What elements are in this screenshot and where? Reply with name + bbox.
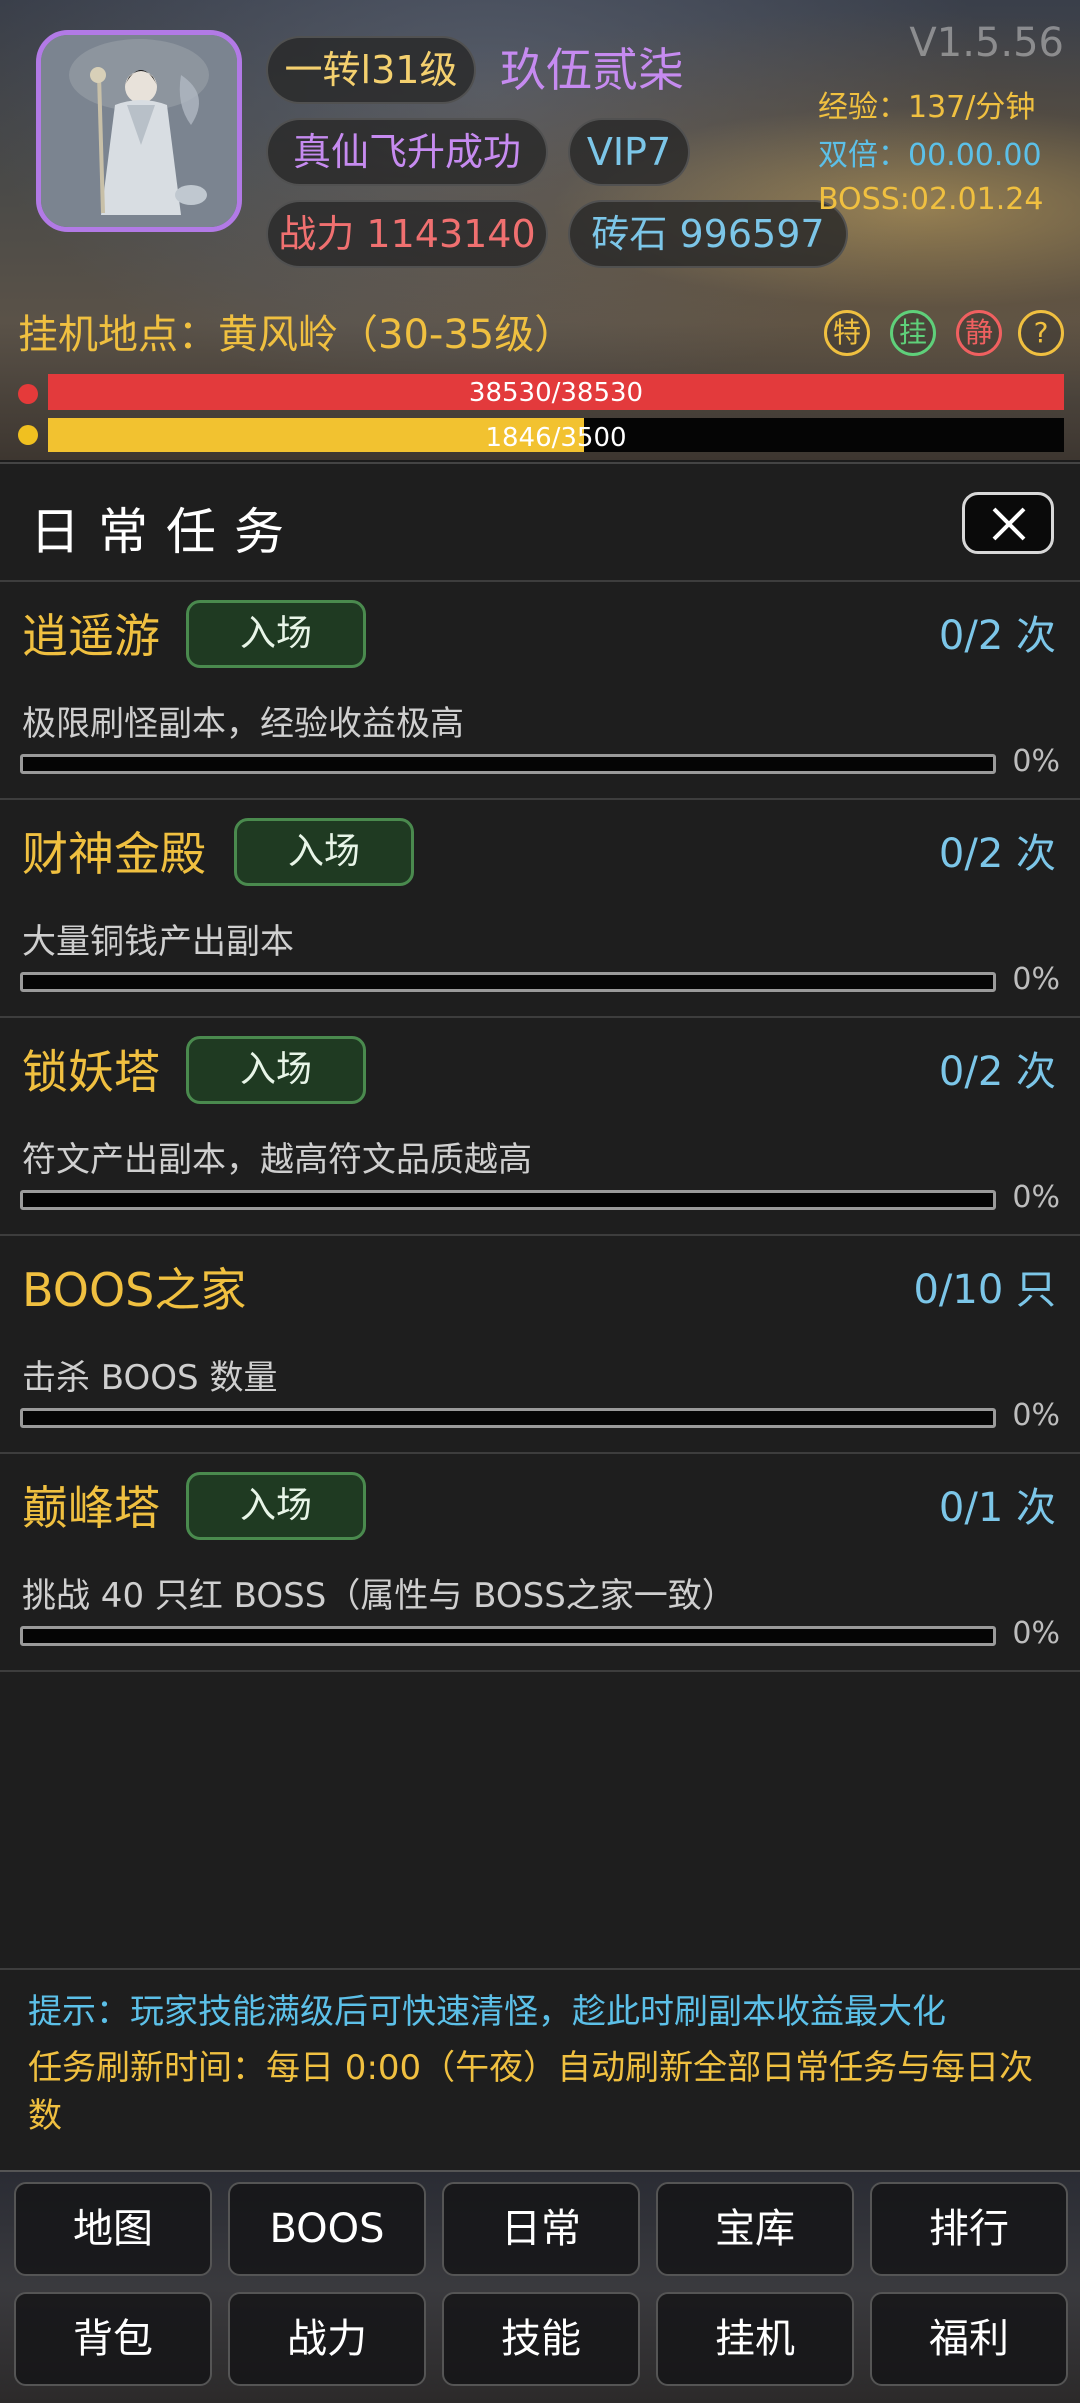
task-progress-bar (20, 1190, 996, 1210)
version-label: V1.5.56 (909, 20, 1064, 66)
nav-daily-button[interactable]: 日常 (442, 2182, 640, 2276)
task-progress-percent: 0% (1012, 744, 1060, 779)
task-count: 0/1 次 (938, 1485, 1056, 1531)
close-icon (992, 507, 1026, 541)
bricks-pill: 砖石 996597 (568, 200, 848, 268)
nav-treasury-button[interactable]: 宝库 (656, 2182, 854, 2276)
task-description: 极限刷怪副本，经验收益极高 (22, 704, 464, 744)
panel-title: 日常任务 (30, 503, 302, 561)
nav-ranking-button[interactable]: 排行 (870, 2182, 1068, 2276)
task-row: BOOS之家 0/10 只 击杀 BOOS 数量 0% (0, 1236, 1080, 1454)
help-icon[interactable]: ? (1018, 310, 1064, 356)
idle-badge[interactable]: 挂 (890, 310, 936, 356)
hp-dot-icon (18, 384, 38, 404)
vip-pill[interactable]: VIP7 (568, 118, 690, 186)
nav-power-button[interactable]: 战力 (228, 2292, 426, 2386)
panel-header: 日常任务 (0, 464, 1080, 582)
mp-dot-icon (18, 425, 38, 445)
task-count: 0/2 次 (938, 1049, 1056, 1095)
task-description: 挑战 40 只红 BOSS（属性与 BOSS之家一致） (22, 1576, 736, 1616)
player-avatar[interactable] (36, 30, 242, 232)
task-progress-bar (20, 972, 996, 992)
tips-section: 提示：玩家技能满级后可快速清怪，趁此时刷副本收益最大化 任务刷新时间：每日 0:… (0, 1968, 1080, 2172)
nav-map-button[interactable]: 地图 (14, 2182, 212, 2276)
nav-welfare-button[interactable]: 福利 (870, 2292, 1068, 2386)
task-name: 巅峰塔 (22, 1481, 160, 1535)
nav-bag-button[interactable]: 背包 (14, 2292, 212, 2386)
task-progress-bar (20, 754, 996, 774)
task-progress-percent: 0% (1012, 1398, 1060, 1433)
character-portrait-icon (41, 35, 237, 227)
task-name: 锁妖塔 (22, 1045, 160, 1099)
nav-skills-button[interactable]: 技能 (442, 2292, 640, 2386)
player-name: 玖伍贰柒 (500, 43, 684, 97)
boss-timer: BOSS:02.01.24 (818, 182, 1044, 217)
task-progress-bar (20, 1408, 996, 1428)
task-description: 大量铜钱产出副本 (22, 922, 294, 962)
realm-status-pill: 真仙飞升成功 (266, 118, 548, 186)
task-progress-percent: 0% (1012, 1180, 1060, 1215)
mp-bar: 1846/3500 (48, 418, 1064, 452)
close-button[interactable] (962, 492, 1054, 554)
special-badge[interactable]: 特 (824, 310, 870, 356)
bottom-nav: 地图 BOOS 日常 宝库 排行 背包 战力 技能 挂机 福利 (0, 2170, 1080, 2403)
nav-boss-button[interactable]: BOOS (228, 2182, 426, 2276)
task-row: 财神金殿 入场 0/2 次 大量铜钱产出副本 0% (0, 800, 1080, 1018)
task-description: 击杀 BOOS 数量 (22, 1358, 278, 1398)
idle-location: 挂机地点：黄风岭（30-35级） (18, 312, 575, 358)
enter-button[interactable]: 入场 (186, 1036, 366, 1104)
double-exp-timer: 双倍：00.00.00 (818, 138, 1042, 173)
mute-badge[interactable]: 静 (956, 310, 1002, 356)
task-row: 锁妖塔 入场 0/2 次 符文产出副本，越高符文品质越高 0% (0, 1018, 1080, 1236)
task-row: 巅峰塔 入场 0/1 次 挑战 40 只红 BOSS（属性与 BOSS之家一致）… (0, 1454, 1080, 1672)
task-progress-percent: 0% (1012, 1616, 1060, 1651)
task-name: BOOS之家 (22, 1263, 247, 1317)
task-count: 0/2 次 (938, 613, 1056, 659)
daily-tasks-panel: 日常任务 逍遥游 入场 0/2 次 极限刷怪副本，经验收益极高 0% 财神金殿 … (0, 462, 1080, 2170)
task-row: 逍遥游 入场 0/2 次 极限刷怪副本，经验收益极高 0% (0, 582, 1080, 800)
task-count: 0/2 次 (938, 831, 1056, 877)
task-count: 0/10 只 (913, 1267, 1056, 1313)
hp-bar: 38530/38530 (48, 374, 1064, 410)
task-description: 符文产出副本，越高符文品质越高 (22, 1140, 532, 1180)
player-header: 一转l31级 玖伍贰柒 V1.5.56 真仙飞升成功 VIP7 战力 11431… (0, 0, 1080, 460)
enter-button[interactable]: 入场 (186, 600, 366, 668)
task-progress-percent: 0% (1012, 962, 1060, 997)
exp-rate: 经验：137/分钟 (818, 90, 1036, 125)
combat-power-pill: 战力 1143140 (266, 200, 548, 268)
refresh-time-text: 任务刷新时间：每日 0:00（午夜）自动刷新全部日常任务与每日次数 (28, 2048, 1034, 2136)
level-pill: 一转l31级 (266, 36, 476, 104)
enter-button[interactable]: 入场 (186, 1472, 366, 1540)
hp-bar-text: 38530/38530 (468, 378, 644, 408)
nav-idle-button[interactable]: 挂机 (656, 2292, 854, 2386)
mp-bar-text: 1846/3500 (485, 423, 627, 452)
enter-button[interactable]: 入场 (234, 818, 414, 886)
task-progress-bar (20, 1626, 996, 1646)
task-name: 逍遥游 (22, 609, 160, 663)
tip-text: 提示：玩家技能满级后可快速清怪，趁此时刷副本收益最大化 (28, 1992, 946, 2032)
task-name: 财神金殿 (22, 827, 206, 881)
